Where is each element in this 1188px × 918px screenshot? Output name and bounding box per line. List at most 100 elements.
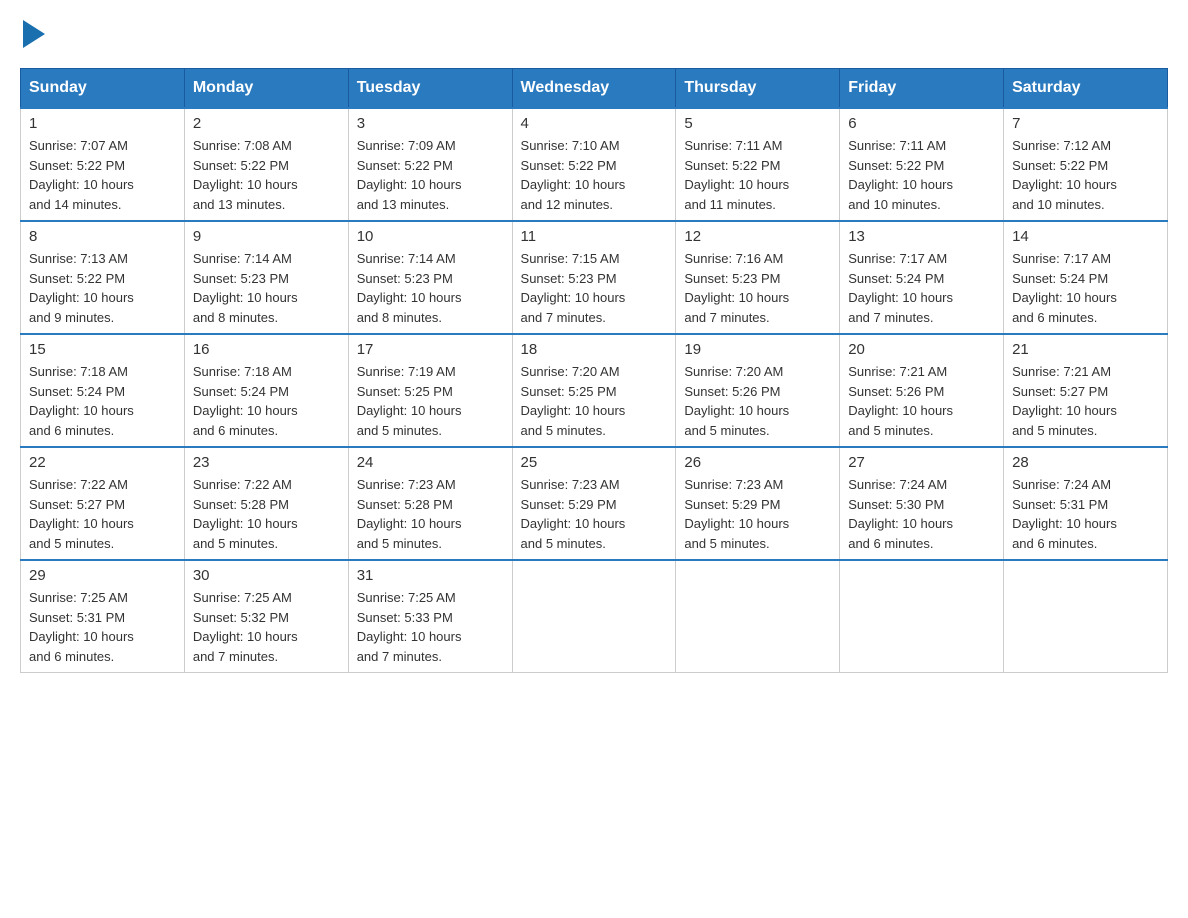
day-info: Sunrise: 7:21 AMSunset: 5:27 PMDaylight:… xyxy=(1012,364,1117,438)
calendar-week-row: 8 Sunrise: 7:13 AMSunset: 5:22 PMDayligh… xyxy=(21,221,1168,334)
day-info: Sunrise: 7:15 AMSunset: 5:23 PMDaylight:… xyxy=(521,251,626,325)
calendar-cell: 25 Sunrise: 7:23 AMSunset: 5:29 PMDaylig… xyxy=(512,447,676,560)
calendar-cell: 15 Sunrise: 7:18 AMSunset: 5:24 PMDaylig… xyxy=(21,334,185,447)
calendar-cell: 22 Sunrise: 7:22 AMSunset: 5:27 PMDaylig… xyxy=(21,447,185,560)
day-info: Sunrise: 7:14 AMSunset: 5:23 PMDaylight:… xyxy=(357,251,462,325)
day-number: 5 xyxy=(684,115,831,132)
calendar-header-row: SundayMondayTuesdayWednesdayThursdayFrid… xyxy=(21,69,1168,109)
column-header-sunday: Sunday xyxy=(21,69,185,109)
calendar-cell: 28 Sunrise: 7:24 AMSunset: 5:31 PMDaylig… xyxy=(1004,447,1168,560)
calendar-cell: 10 Sunrise: 7:14 AMSunset: 5:23 PMDaylig… xyxy=(348,221,512,334)
calendar-cell: 4 Sunrise: 7:10 AMSunset: 5:22 PMDayligh… xyxy=(512,108,676,221)
day-info: Sunrise: 7:14 AMSunset: 5:23 PMDaylight:… xyxy=(193,251,298,325)
calendar-cell: 2 Sunrise: 7:08 AMSunset: 5:22 PMDayligh… xyxy=(184,108,348,221)
calendar-cell: 18 Sunrise: 7:20 AMSunset: 5:25 PMDaylig… xyxy=(512,334,676,447)
calendar-cell xyxy=(512,560,676,673)
day-number: 13 xyxy=(848,228,995,245)
day-info: Sunrise: 7:12 AMSunset: 5:22 PMDaylight:… xyxy=(1012,138,1117,212)
calendar-cell: 29 Sunrise: 7:25 AMSunset: 5:31 PMDaylig… xyxy=(21,560,185,673)
calendar-cell xyxy=(676,560,840,673)
calendar-cell: 7 Sunrise: 7:12 AMSunset: 5:22 PMDayligh… xyxy=(1004,108,1168,221)
day-info: Sunrise: 7:22 AMSunset: 5:28 PMDaylight:… xyxy=(193,477,298,551)
day-number: 15 xyxy=(29,341,176,358)
calendar-week-row: 1 Sunrise: 7:07 AMSunset: 5:22 PMDayligh… xyxy=(21,108,1168,221)
day-info: Sunrise: 7:24 AMSunset: 5:30 PMDaylight:… xyxy=(848,477,953,551)
day-info: Sunrise: 7:23 AMSunset: 5:28 PMDaylight:… xyxy=(357,477,462,551)
calendar-cell: 3 Sunrise: 7:09 AMSunset: 5:22 PMDayligh… xyxy=(348,108,512,221)
calendar-cell: 12 Sunrise: 7:16 AMSunset: 5:23 PMDaylig… xyxy=(676,221,840,334)
calendar-week-row: 15 Sunrise: 7:18 AMSunset: 5:24 PMDaylig… xyxy=(21,334,1168,447)
calendar-cell: 11 Sunrise: 7:15 AMSunset: 5:23 PMDaylig… xyxy=(512,221,676,334)
day-number: 22 xyxy=(29,454,176,471)
day-number: 21 xyxy=(1012,341,1159,358)
day-number: 23 xyxy=(193,454,340,471)
day-number: 16 xyxy=(193,341,340,358)
calendar-cell: 21 Sunrise: 7:21 AMSunset: 5:27 PMDaylig… xyxy=(1004,334,1168,447)
calendar-cell: 16 Sunrise: 7:18 AMSunset: 5:24 PMDaylig… xyxy=(184,334,348,447)
day-info: Sunrise: 7:09 AMSunset: 5:22 PMDaylight:… xyxy=(357,138,462,212)
column-header-saturday: Saturday xyxy=(1004,69,1168,109)
calendar-table: SundayMondayTuesdayWednesdayThursdayFrid… xyxy=(20,68,1168,673)
day-number: 26 xyxy=(684,454,831,471)
calendar-cell: 9 Sunrise: 7:14 AMSunset: 5:23 PMDayligh… xyxy=(184,221,348,334)
calendar-cell: 31 Sunrise: 7:25 AMSunset: 5:33 PMDaylig… xyxy=(348,560,512,673)
calendar-week-row: 29 Sunrise: 7:25 AMSunset: 5:31 PMDaylig… xyxy=(21,560,1168,673)
day-number: 24 xyxy=(357,454,504,471)
day-number: 29 xyxy=(29,567,176,584)
day-number: 31 xyxy=(357,567,504,584)
day-number: 30 xyxy=(193,567,340,584)
day-info: Sunrise: 7:13 AMSunset: 5:22 PMDaylight:… xyxy=(29,251,134,325)
logo xyxy=(20,20,45,48)
day-info: Sunrise: 7:11 AMSunset: 5:22 PMDaylight:… xyxy=(848,138,953,212)
day-number: 14 xyxy=(1012,228,1159,245)
day-info: Sunrise: 7:18 AMSunset: 5:24 PMDaylight:… xyxy=(29,364,134,438)
day-number: 6 xyxy=(848,115,995,132)
day-number: 2 xyxy=(193,115,340,132)
calendar-cell: 8 Sunrise: 7:13 AMSunset: 5:22 PMDayligh… xyxy=(21,221,185,334)
calendar-cell xyxy=(840,560,1004,673)
day-info: Sunrise: 7:23 AMSunset: 5:29 PMDaylight:… xyxy=(684,477,789,551)
calendar-week-row: 22 Sunrise: 7:22 AMSunset: 5:27 PMDaylig… xyxy=(21,447,1168,560)
day-info: Sunrise: 7:08 AMSunset: 5:22 PMDaylight:… xyxy=(193,138,298,212)
day-info: Sunrise: 7:10 AMSunset: 5:22 PMDaylight:… xyxy=(521,138,626,212)
calendar-cell xyxy=(1004,560,1168,673)
page-header xyxy=(20,20,1168,48)
day-info: Sunrise: 7:16 AMSunset: 5:23 PMDaylight:… xyxy=(684,251,789,325)
day-number: 20 xyxy=(848,341,995,358)
column-header-friday: Friday xyxy=(840,69,1004,109)
day-number: 10 xyxy=(357,228,504,245)
column-header-thursday: Thursday xyxy=(676,69,840,109)
calendar-cell: 26 Sunrise: 7:23 AMSunset: 5:29 PMDaylig… xyxy=(676,447,840,560)
day-info: Sunrise: 7:20 AMSunset: 5:25 PMDaylight:… xyxy=(521,364,626,438)
column-header-tuesday: Tuesday xyxy=(348,69,512,109)
day-info: Sunrise: 7:25 AMSunset: 5:33 PMDaylight:… xyxy=(357,590,462,664)
day-number: 18 xyxy=(521,341,668,358)
column-header-wednesday: Wednesday xyxy=(512,69,676,109)
calendar-cell: 30 Sunrise: 7:25 AMSunset: 5:32 PMDaylig… xyxy=(184,560,348,673)
calendar-cell: 24 Sunrise: 7:23 AMSunset: 5:28 PMDaylig… xyxy=(348,447,512,560)
calendar-cell: 6 Sunrise: 7:11 AMSunset: 5:22 PMDayligh… xyxy=(840,108,1004,221)
day-number: 17 xyxy=(357,341,504,358)
day-number: 28 xyxy=(1012,454,1159,471)
calendar-cell: 13 Sunrise: 7:17 AMSunset: 5:24 PMDaylig… xyxy=(840,221,1004,334)
day-number: 11 xyxy=(521,228,668,245)
day-number: 12 xyxy=(684,228,831,245)
day-info: Sunrise: 7:23 AMSunset: 5:29 PMDaylight:… xyxy=(521,477,626,551)
calendar-cell: 14 Sunrise: 7:17 AMSunset: 5:24 PMDaylig… xyxy=(1004,221,1168,334)
day-info: Sunrise: 7:17 AMSunset: 5:24 PMDaylight:… xyxy=(1012,251,1117,325)
calendar-cell: 1 Sunrise: 7:07 AMSunset: 5:22 PMDayligh… xyxy=(21,108,185,221)
day-info: Sunrise: 7:07 AMSunset: 5:22 PMDaylight:… xyxy=(29,138,134,212)
day-info: Sunrise: 7:11 AMSunset: 5:22 PMDaylight:… xyxy=(684,138,789,212)
day-info: Sunrise: 7:18 AMSunset: 5:24 PMDaylight:… xyxy=(193,364,298,438)
day-number: 3 xyxy=(357,115,504,132)
day-info: Sunrise: 7:25 AMSunset: 5:31 PMDaylight:… xyxy=(29,590,134,664)
day-number: 8 xyxy=(29,228,176,245)
day-number: 7 xyxy=(1012,115,1159,132)
day-number: 19 xyxy=(684,341,831,358)
column-header-monday: Monday xyxy=(184,69,348,109)
day-number: 4 xyxy=(521,115,668,132)
day-number: 25 xyxy=(521,454,668,471)
day-info: Sunrise: 7:19 AMSunset: 5:25 PMDaylight:… xyxy=(357,364,462,438)
calendar-cell: 27 Sunrise: 7:24 AMSunset: 5:30 PMDaylig… xyxy=(840,447,1004,560)
day-info: Sunrise: 7:22 AMSunset: 5:27 PMDaylight:… xyxy=(29,477,134,551)
